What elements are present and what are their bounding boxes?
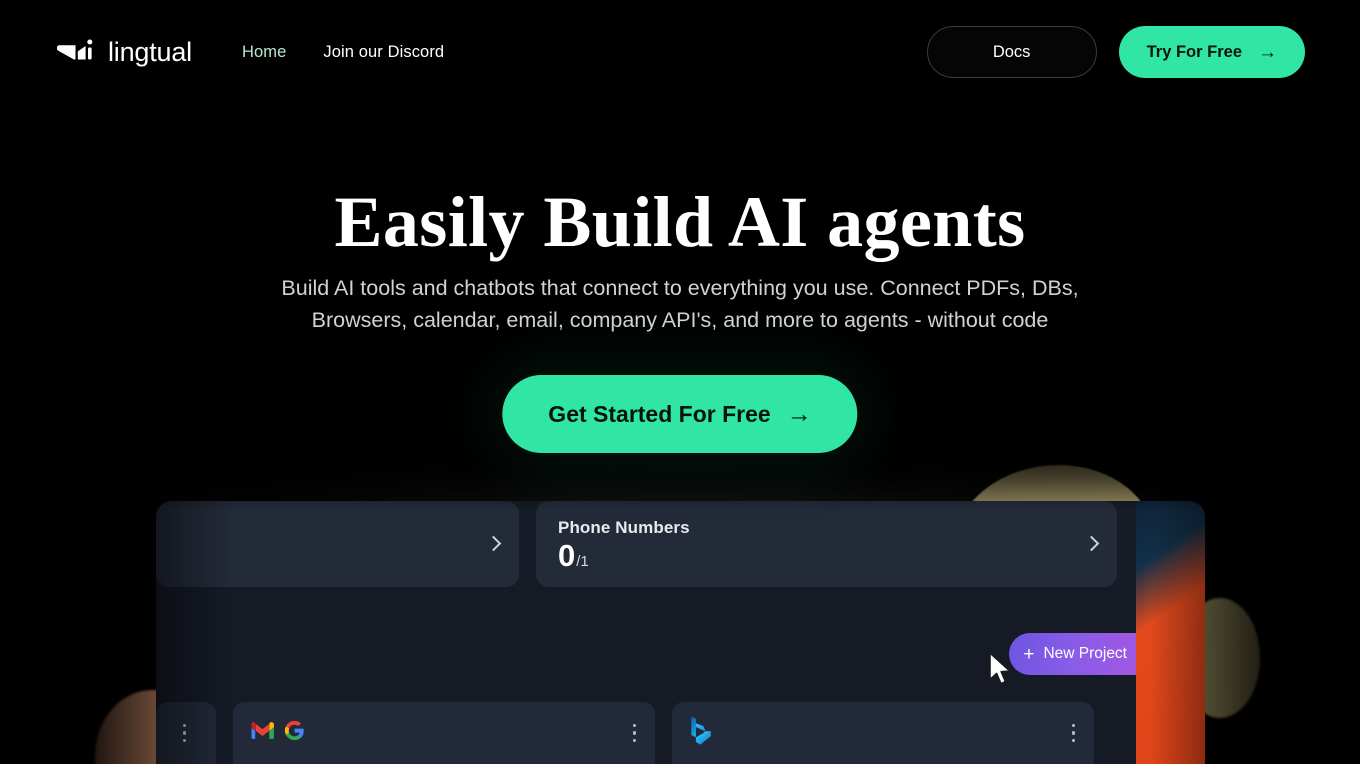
dashboard-preview: Phone Numbers 0 /1 + New Project › (156, 501, 1205, 764)
dashboard-stats-row: Phone Numbers 0 /1 (156, 501, 1205, 587)
more-options-icon[interactable] (183, 724, 187, 743)
docs-button[interactable]: Docs (926, 26, 1097, 78)
integration-card-google[interactable] (233, 702, 655, 764)
arrow-right-icon: → (1258, 41, 1277, 63)
nav-link-home[interactable]: Home (242, 43, 286, 62)
stat-value-denominator: /1 (576, 552, 589, 570)
dashboard-body: + New Project › (156, 587, 1205, 764)
plus-icon: + (1023, 643, 1035, 665)
try-for-free-label: Try For Free (1146, 42, 1242, 61)
stat-value-number: 0 (558, 537, 576, 573)
stat-card-blank[interactable] (156, 501, 519, 587)
try-for-free-button[interactable]: Try For Free → (1118, 26, 1305, 78)
google-icon (284, 720, 305, 746)
dashboard-side-panel (1136, 501, 1205, 764)
get-started-label: Get Started For Free (548, 400, 771, 427)
brand-logo[interactable]: lingtual (55, 37, 192, 67)
nav-link-discord[interactable]: Join our Discord (323, 43, 444, 62)
nav-actions: Docs Try For Free → (926, 26, 1305, 78)
integration-logos (251, 720, 305, 746)
hero-subtitle: Build AI tools and chatbots that connect… (281, 276, 1079, 332)
new-project-label: New Project (1043, 645, 1127, 662)
top-navbar: lingtual Home Join our Discord Docs Try … (0, 0, 1360, 104)
gmail-icon (251, 721, 274, 745)
stat-value: 0 /1 (558, 540, 1095, 571)
get-started-button[interactable]: Get Started For Free → (502, 375, 858, 453)
brand-name: lingtual (108, 36, 192, 67)
page-title: Easily Build AI agents (334, 182, 1026, 262)
nav-links: Home Join our Discord (242, 43, 444, 62)
integration-card-empty[interactable] (156, 702, 216, 764)
arrow-right-icon: → (786, 399, 812, 428)
stat-label: Phone Numbers (558, 517, 690, 537)
more-options-icon[interactable] (1072, 724, 1076, 743)
lingtual-logo-icon (55, 37, 95, 67)
stat-card-phone-numbers[interactable]: Phone Numbers 0 /1 (536, 501, 1117, 587)
bing-icon (690, 716, 712, 751)
integration-cards-row (156, 702, 1205, 764)
integration-card-bing[interactable] (672, 702, 1094, 764)
more-options-icon[interactable] (633, 724, 637, 743)
integration-logos (690, 716, 712, 751)
chevron-right-icon[interactable] (1085, 534, 1097, 554)
chevron-right-icon[interactable] (487, 534, 499, 554)
